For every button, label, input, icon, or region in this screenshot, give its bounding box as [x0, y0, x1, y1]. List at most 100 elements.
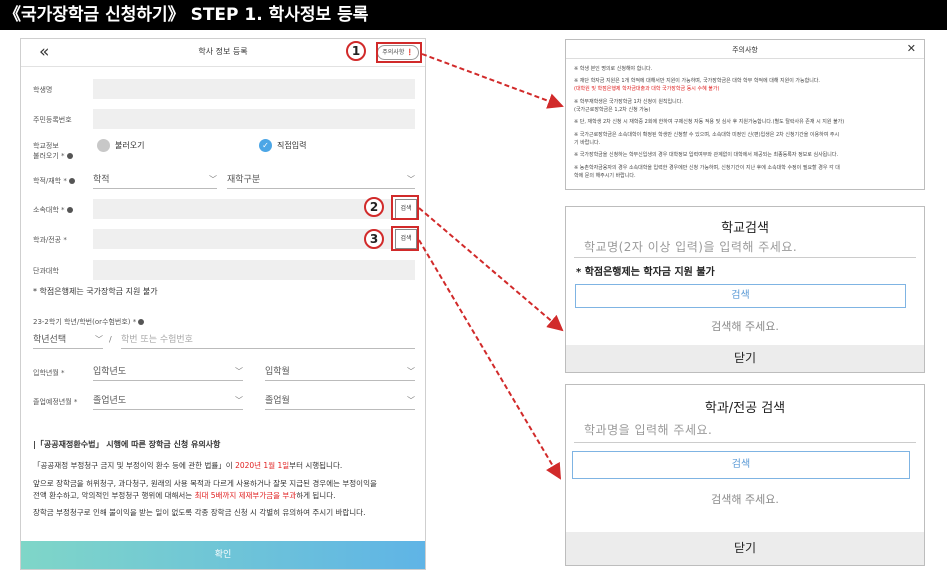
highlight-dept-search: [391, 226, 419, 251]
school-search-underline: [574, 257, 916, 258]
student-no-input[interactable]: 학번 또는 수험번호: [121, 331, 415, 349]
credit-bank-note: * 학점은행제는 국가장학금 지원 불가: [33, 287, 158, 296]
school-search-empty: 검색해 주세요.: [711, 320, 779, 333]
enroll-type-select-value: 재학구분: [227, 175, 261, 185]
arrow-to-notice: [421, 53, 564, 109]
college-label: 단과대학: [33, 267, 59, 275]
law-line-1-red: 2020년 1월 1일: [235, 461, 290, 470]
highlight-univ-search: [391, 195, 419, 220]
notice-line: 기 바랍니다.: [574, 140, 601, 146]
grad-month-value: 졸업월: [265, 396, 290, 406]
school-search-title: 학교검색: [721, 221, 769, 236]
univ-label: 소속대학 *: [33, 205, 73, 215]
school-search-panel: 학교검색 학교명(2자 이상 입력)을 입력해 주세요. * 학점은행제는 학자…: [565, 206, 925, 373]
radio-load[interactable]: [97, 139, 110, 152]
admission-label: 입학년월 *: [33, 369, 65, 377]
notice-line: 학에 문의 해주시기 바랍니다.: [574, 173, 636, 179]
enroll-type-select[interactable]: 재학구분 ﹀: [227, 171, 415, 189]
school-info-label-line1: 학교정보: [33, 142, 59, 150]
law-line-4: 장학금 부정청구로 인해 불이익을 받는 일이 없도록 각종 장학금 신청 시 …: [33, 508, 366, 517]
chevron-down-icon: ﹀: [235, 396, 243, 405]
chevron-down-icon: ﹀: [407, 396, 415, 405]
notice-line: ※ 학생 본인 명의로 신청해야 합니다.: [574, 66, 653, 72]
info-icon: [66, 207, 73, 213]
student-name-field: [93, 79, 415, 99]
info-icon: [66, 153, 73, 159]
grade-select[interactable]: 학년선택 ﹀: [33, 331, 103, 349]
academic-info-screen: « 학사 정보 등록 주의사항 ❗ 학생명 주민등록번호 학교정보 불러오기 *…: [20, 38, 426, 570]
marker-3: 3: [364, 229, 384, 249]
radio-load-label: 불러오기: [115, 141, 145, 150]
notice-line: ※ 국가장학금을 신청하는 학부신입생의 경우 대학정보 입력여부와 관계없이 …: [574, 152, 839, 158]
school-search-input[interactable]: 학교명(2자 이상 입력)을 입력해 주세요.: [584, 238, 797, 255]
grad-label: 졸업예정년월 *: [33, 398, 78, 406]
admission-year-value: 입학년도: [93, 367, 127, 377]
school-search-button[interactable]: 검색: [575, 284, 906, 308]
close-icon[interactable]: ✕: [907, 42, 916, 55]
arrow-to-school-search: [418, 207, 564, 332]
dept-search-title: 학과/전공 검색: [704, 401, 786, 416]
rrn-label: 주민등록번호: [33, 116, 72, 124]
student-name-label: 학생명: [33, 86, 53, 94]
univ-field: [93, 199, 391, 219]
marker-2: 2: [364, 197, 384, 217]
law-line-2: 앞으로 장학금을 허위청구, 과다청구, 원래의 사용 목적과 다르게 사용하거…: [33, 479, 377, 488]
chevron-down-icon: ﹀: [407, 175, 415, 184]
school-search-warning: * 학점은행제는 학자금 지원 불가: [576, 267, 715, 278]
law-line-1-a: 「공공재정 부정청구 금지 및 부정이익 환수 등에 관한 법률」이: [33, 461, 236, 470]
page-banner: 《국가장학금 신청하기》 STEP 1. 학사정보 등록: [0, 0, 947, 30]
dept-label: 학과/전공 *: [33, 236, 67, 244]
law-line-3-b: 하게 됩니다.: [296, 491, 336, 500]
grad-month-select[interactable]: 졸업월 ﹀: [265, 392, 415, 410]
law-line-3: 전액 환수하고, 악의적인 부정청구 행위에 대해서는 최대 5배까지 제재부가…: [33, 490, 336, 501]
school-search-close-button[interactable]: 닫기: [566, 345, 924, 372]
info-icon: [68, 178, 75, 184]
arrow-to-dept-search: [418, 239, 562, 480]
grad-year-select[interactable]: 졸업년도 ﹀: [93, 392, 243, 410]
school-info-label: 학교정보 불러오기 *: [33, 141, 73, 161]
notice-line: (국가근로장학금은 1,2차 신청 가능): [574, 107, 651, 113]
law-title: |「공공재정환수법」 시행에 따른 장학금 신청 유의사항: [33, 440, 221, 449]
school-info-label-text: 불러오기 *: [33, 152, 65, 160]
highlight-notice: [376, 42, 422, 63]
chevron-down-icon: ﹀: [235, 367, 243, 376]
dept-search-input[interactable]: 학과명을 입력해 주세요.: [584, 421, 712, 438]
law-line-1-b: 부터 시행됩니다.: [289, 461, 343, 470]
dept-field: [93, 229, 391, 249]
notice-line: ※ 학부재학생은 국가장학금 1차 신청이 원칙입니다.: [574, 99, 683, 105]
dept-search-underline: [574, 442, 916, 443]
notice-line: (대학원 및 학점은행제 학자금대출과 대학 국가장학금 동시 수혜 불가): [574, 86, 720, 92]
grade-label-text: 23-2학기 학년/학번(or수험번호) *: [33, 318, 137, 326]
radio-direct-checked[interactable]: ✓: [259, 139, 272, 152]
law-line-3-red: 최대 5배까지 제재부가금을 부과: [194, 491, 297, 500]
enroll-select-value: 학적: [93, 175, 110, 185]
admission-month-value: 입학월: [265, 367, 290, 377]
enroll-select[interactable]: 학적 ﹀: [93, 171, 217, 189]
dept-search-empty: 검색해 주세요.: [711, 493, 779, 506]
law-line-1: 「공공재정 부정청구 금지 및 부정이익 환수 등에 관한 법률」이 2020년…: [33, 460, 342, 471]
notice-line: ※ 재단 학자금 지원은 1개 학적에 대해서만 지원이 가능하며, 국가장학금…: [574, 78, 820, 84]
dept-search-button[interactable]: 검색: [572, 451, 910, 479]
enroll-label: 학적/재학 *: [33, 176, 75, 186]
grade-select-value: 학년선택: [33, 335, 67, 345]
info-icon: [138, 319, 145, 325]
notice-line: ※ 국가근로장학금은 소속대학이 확정된 학생만 신청할 수 있으며, 소속대학…: [574, 132, 840, 138]
notice-line: ※ 단, 재학생 2차 신청 시 재학중 2회에 한하여 구제신청 자동 적용 …: [574, 119, 845, 125]
confirm-button[interactable]: 확인: [21, 541, 425, 569]
check-icon: ✓: [262, 141, 269, 150]
student-no-placeholder: 학번 또는 수험번호: [121, 335, 193, 345]
rrn-field: [93, 109, 415, 129]
notice-divider: [566, 58, 924, 59]
notice-panel: 주의사항 ✕ ※ 학생 본인 명의로 신청해야 합니다. ※ 재단 학자금 지원은…: [565, 39, 925, 190]
admission-month-select[interactable]: 입학월 ﹀: [265, 363, 415, 381]
notice-line: ※ 농촌학자금융자의 경우 소속대학을 입력한 경우에만 신청 가능하며, 신청…: [574, 165, 840, 171]
dept-search-close-button[interactable]: 닫기: [566, 532, 924, 565]
chevron-down-icon: ﹀: [95, 335, 103, 344]
chevron-down-icon: ﹀: [407, 367, 415, 376]
school-info-label-line2: 불러오기 *: [33, 151, 73, 161]
enroll-label-text: 학적/재학 *: [33, 177, 67, 185]
admission-year-select[interactable]: 입학년도 ﹀: [93, 363, 243, 381]
dept-search-panel: 학과/전공 검색 학과명을 입력해 주세요. 검색 검색해 주세요. 닫기: [565, 384, 925, 566]
law-line-3-a: 전액 환수하고, 악의적인 부정청구 행위에 대해서는: [33, 491, 195, 500]
marker-1: 1: [346, 41, 366, 61]
